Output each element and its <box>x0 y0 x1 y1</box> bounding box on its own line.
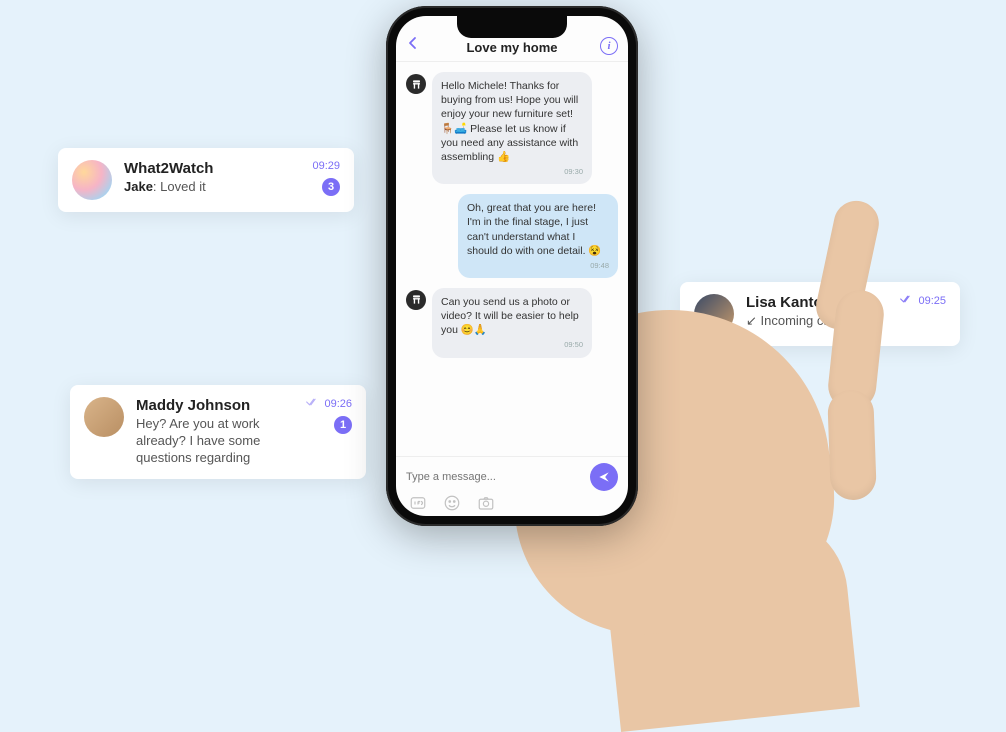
send-button[interactable] <box>590 463 618 491</box>
messages-area[interactable]: Hello Michele! Thanks for buying from us… <box>396 62 628 456</box>
chat-header-title: Love my home <box>466 40 557 55</box>
delivered-check-icon <box>306 397 320 410</box>
unread-badge: 1 <box>334 416 352 434</box>
message-timestamp: 09:30 <box>441 167 583 177</box>
message-timestamp: 09:50 <box>441 340 583 350</box>
back-button[interactable] <box>406 36 420 55</box>
chat-time: 09:26 <box>324 398 352 410</box>
message-text: Oh, great that you are here! I'm in the … <box>467 201 609 258</box>
chat-title: What2Watch <box>124 160 300 177</box>
message-row: Hello Michele! Thanks for buying from us… <box>406 72 618 184</box>
gif-icon[interactable] <box>408 493 428 513</box>
message-row: Oh, great that you are here! I'm in the … <box>406 194 618 278</box>
message-bubble[interactable]: Oh, great that you are here! I'm in the … <box>458 194 618 278</box>
chat-list-item-what2watch[interactable]: What2Watch Jake: Loved it 09:29 3 <box>58 148 354 212</box>
hand-holding-phone: Love my home i Hello Michele! Thanks for… <box>370 0 930 576</box>
business-avatar-icon <box>406 290 426 310</box>
chat-list-item-maddy[interactable]: Maddy Johnson Hey? Are you at work alrea… <box>70 385 366 479</box>
message-composer <box>396 456 628 516</box>
phone-screen: Love my home i Hello Michele! Thanks for… <box>396 16 628 516</box>
chat-preview: Hey? Are you at work already? I have som… <box>136 416 294 467</box>
message-timestamp: 09:48 <box>467 261 609 271</box>
avatar <box>72 160 112 200</box>
avatar <box>84 397 124 437</box>
info-button[interactable]: i <box>600 37 618 55</box>
message-text: Hello Michele! Thanks for buying from us… <box>441 79 583 164</box>
message-row: Can you send us a photo or video? It wil… <box>406 288 618 358</box>
message-bubble[interactable]: Can you send us a photo or video? It wil… <box>432 288 592 358</box>
message-input[interactable] <box>406 471 582 483</box>
unread-badge: 3 <box>322 178 340 196</box>
sticker-icon[interactable] <box>442 493 462 513</box>
camera-icon[interactable] <box>476 493 496 513</box>
chat-title: Maddy Johnson <box>136 397 294 414</box>
phone-notch <box>457 16 567 38</box>
message-text: Can you send us a photo or video? It wil… <box>441 295 583 338</box>
business-avatar-icon <box>406 74 426 94</box>
message-bubble[interactable]: Hello Michele! Thanks for buying from us… <box>432 72 592 184</box>
phone-device: Love my home i Hello Michele! Thanks for… <box>386 6 638 526</box>
chat-preview: Jake: Loved it <box>124 179 300 196</box>
chat-time: 09:29 <box>312 160 340 172</box>
